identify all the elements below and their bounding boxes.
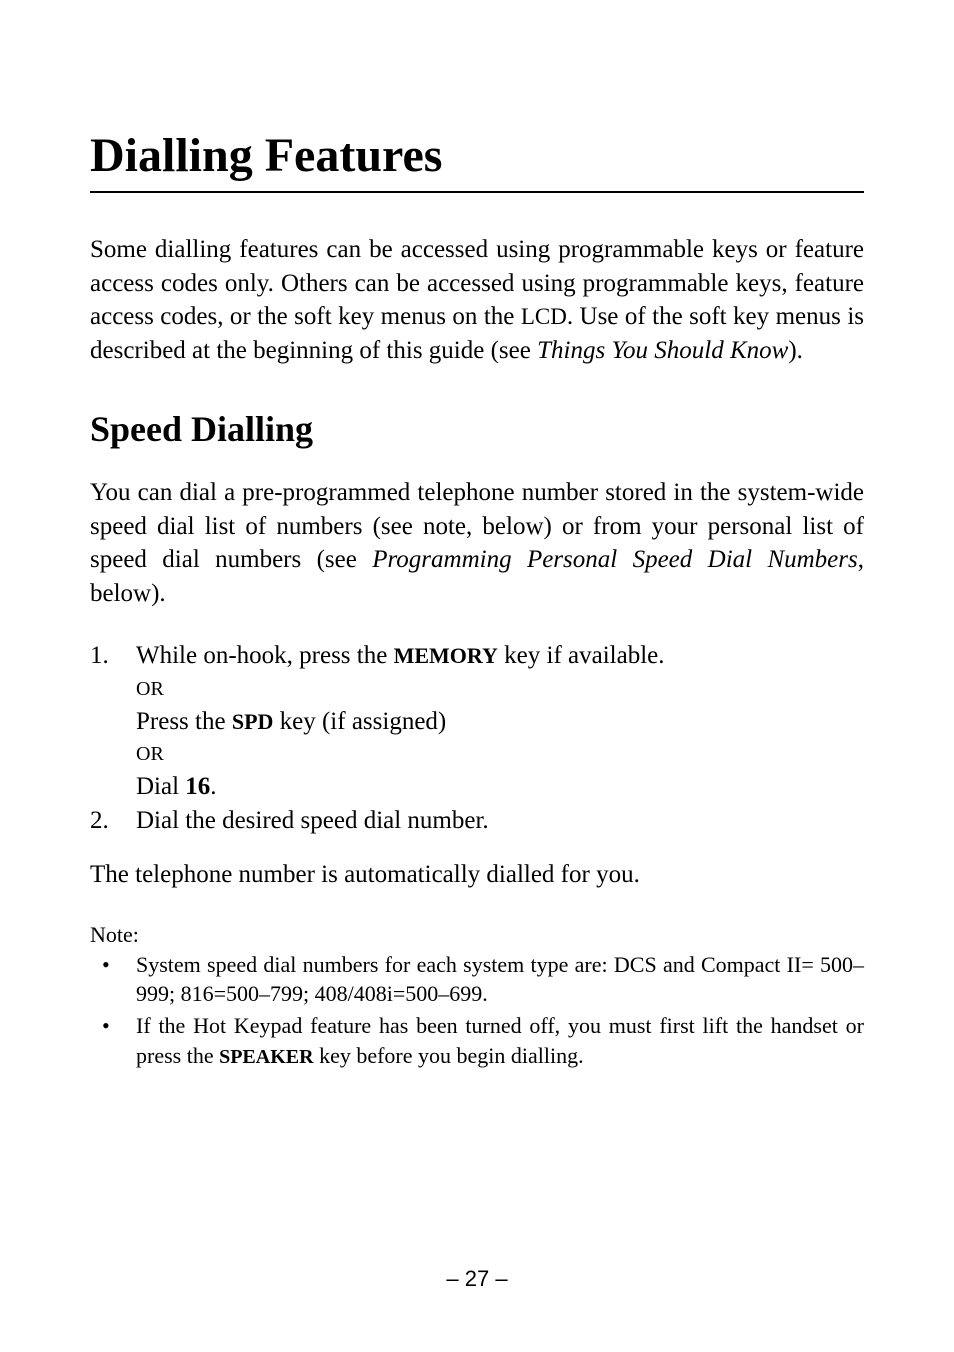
note-2-text-b: key before you begin dialling.	[314, 1043, 584, 1068]
speaker-key: SPEAKER	[219, 1046, 313, 1068]
section-title: Speed Dialling	[90, 408, 864, 451]
step-2-number: 2.	[90, 804, 109, 838]
step-1-line1a: While on-hook, press the	[136, 642, 394, 669]
step-1-line2b: key (if assigned)	[273, 708, 446, 735]
notes-label: Note:	[90, 922, 864, 948]
section-ref: Programming Personal Speed Dial Numbers	[372, 546, 858, 573]
step-1-line3b: .	[210, 773, 216, 800]
step-2-text: Dial the desired speed dial number.	[136, 807, 489, 834]
memory-key: MEMORY	[394, 643, 498, 668]
step-1-line1b: key if available.	[498, 642, 665, 669]
note-1: System speed dial numbers for each syste…	[90, 950, 864, 1009]
spd-key: SPD	[232, 709, 274, 734]
after-steps-text: The telephone number is automatically di…	[90, 858, 864, 892]
intro-paragraph: Some dialling features can be accessed u…	[90, 233, 864, 368]
title-rule	[90, 191, 864, 193]
note-1-text: System speed dial numbers for each syste…	[136, 952, 864, 1007]
page-number: – 27 –	[0, 1266, 954, 1292]
notes-list: System speed dial numbers for each syste…	[90, 950, 864, 1071]
dial-16: 16	[185, 773, 210, 800]
step-2: 2. Dial the desired speed dial number.	[90, 804, 864, 838]
step-1: 1. While on-hook, press the MEMORY key i…	[90, 639, 864, 804]
lcd-abbrev: LCD	[521, 304, 567, 329]
intro-ref: Things You Should Know	[537, 337, 788, 364]
chapter-title: Dialling Features	[90, 130, 864, 183]
step-1-number: 1.	[90, 639, 109, 673]
step-1-line3a: Dial	[136, 773, 185, 800]
intro-text-3: ).	[788, 337, 803, 364]
note-2: If the Hot Keypad feature has been turne…	[90, 1011, 864, 1071]
page: Dialling Features Some dialling features…	[0, 0, 954, 1352]
steps-list: 1. While on-hook, press the MEMORY key i…	[90, 639, 864, 838]
step-1-or1: OR	[136, 673, 864, 705]
section-description: You can dial a pre-programmed telephone …	[90, 476, 864, 611]
step-1-or2: OR	[136, 738, 864, 770]
step-1-line2a: Press the	[136, 708, 232, 735]
